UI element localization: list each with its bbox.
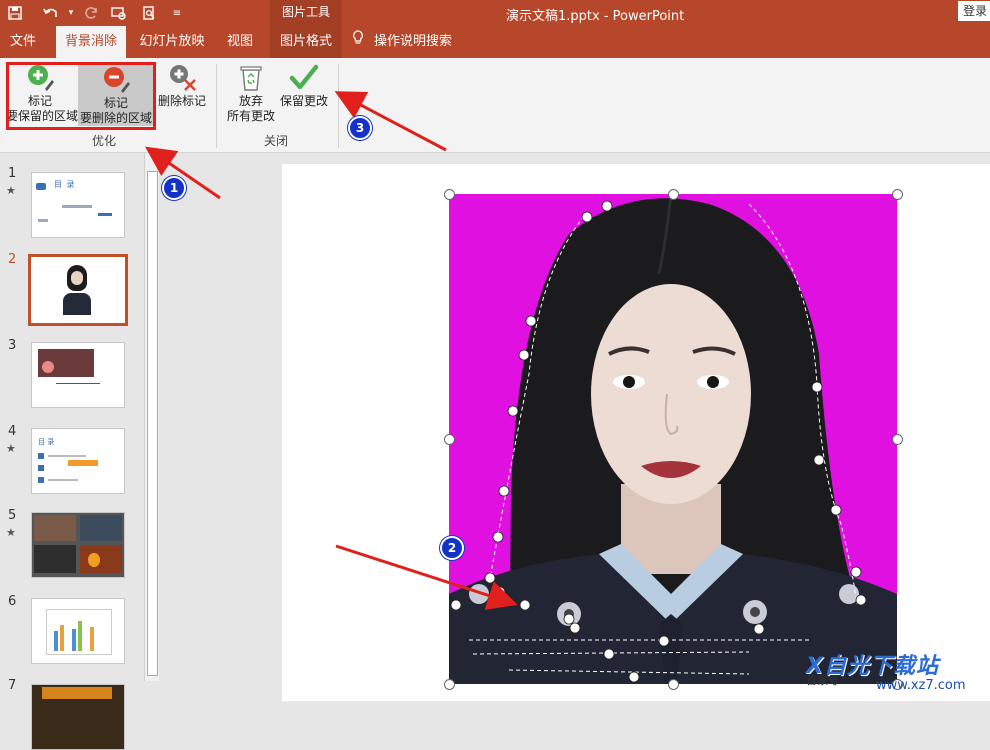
watermark-url: www.xz7.com [876,678,966,693]
group-label-refine: 优化 [92,134,117,148]
resize-handle[interactable] [444,434,455,445]
tell-me-label: 操作说明搜索 [374,34,453,49]
undo-icon[interactable] [42,4,60,22]
resize-handle[interactable] [444,679,455,690]
tab-picture-format[interactable]: 图片格式 [270,26,342,58]
discard-line1: 放弃 [238,94,263,108]
resize-handle[interactable] [892,189,903,200]
step-badge-2: 2 [440,536,464,560]
ribbon-separator [216,64,217,148]
redo-icon[interactable] [82,4,100,22]
step-badge-3: 3 [348,116,372,140]
context-group-picture-tools: 图片工具 [270,0,342,26]
slide-number: 6 [8,594,17,609]
sign-in-button[interactable]: 登录 [958,1,990,21]
discard-all-changes-button[interactable]: 放弃 所有更改 [224,62,278,124]
slide-number: 5 [8,508,17,523]
photo-background-removal[interactable] [449,194,897,684]
scrollbar-thumb[interactable] [147,171,158,676]
ribbon-separator [338,64,339,148]
tab-background-removal[interactable]: 背景消除 [56,26,126,58]
recycle-bin-icon [240,66,262,91]
customize-icon[interactable]: ≡ [168,4,186,22]
discard-line2: 所有更改 [226,109,275,123]
slide-number: 2 [8,252,17,267]
highlight-box [6,62,156,130]
slide-1-title: 目 录 [54,180,76,189]
slide-thumbnail-5[interactable] [31,512,125,578]
watermark-small: 百家号 [806,674,839,687]
checkmark-icon [289,64,319,90]
resize-handle[interactable] [668,679,679,690]
slide-4-title: 目 录 [38,438,55,446]
slide-number: 7 [8,678,17,693]
lightbulb-icon [352,26,366,58]
slide-thumbnail-1[interactable]: 目 录 [31,172,125,238]
delete-mark-icon [170,65,196,91]
animation-star-icon: ★ [6,184,16,197]
step-badge-1: 1 [162,176,186,200]
window-title: 演示文稿1.pptx - PowerPoint [506,9,685,24]
keep-changes-label: 保留更改 [279,94,328,108]
resize-handle[interactable] [444,189,455,200]
tab-file[interactable]: 文件 [0,26,46,58]
delete-mark-label: 删除标记 [157,94,206,108]
group-label-close: 关闭 [264,134,289,148]
slide-number: 4 [8,424,17,439]
save-icon[interactable] [6,4,24,22]
resize-handle[interactable] [668,189,679,200]
ribbon-tab-bar: 文件 背景消除 幻灯片放映 视图 图片格式 操作说明搜索 [0,26,990,58]
present-icon[interactable] [110,4,128,22]
title-bar: ▾ ≡ 图片工具 演示文稿1.pptx - PowerPoint 登录 [0,0,990,26]
resize-handle[interactable] [892,434,903,445]
portrait-image [449,194,897,684]
print-preview-icon[interactable] [140,4,158,22]
slide-thumbnail-2[interactable] [28,254,128,326]
slide-thumbnail-7[interactable] [31,684,125,750]
tell-me-search[interactable]: 操作说明搜索 [352,26,482,58]
tab-view[interactable]: 视图 [216,26,264,58]
slide-thumbnail-4[interactable]: 目 录 [31,428,125,494]
animation-star-icon: ★ [6,442,16,455]
undo-dropdown-icon[interactable]: ▾ [62,4,80,22]
tab-slideshow[interactable]: 幻灯片放映 [134,26,210,58]
animation-star-icon: ★ [6,526,16,539]
slide-number: 1 [8,166,17,181]
delete-mark-button[interactable]: 删除标记 [156,62,208,109]
keep-changes-button[interactable]: 保留更改 [278,62,330,109]
slide-number: 3 [8,338,17,353]
slide-thumbnail-3[interactable] [31,342,125,408]
slide-thumbnail-6[interactable] [31,598,125,664]
